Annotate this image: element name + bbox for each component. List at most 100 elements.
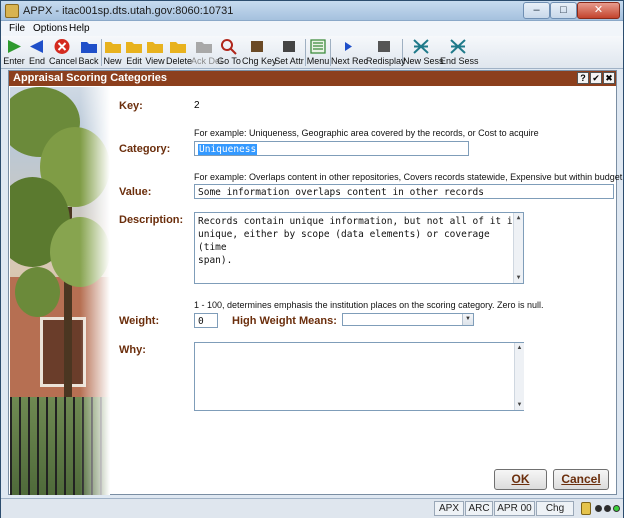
toolbar-button-chg-key[interactable]: Chg Key: [242, 37, 277, 68]
goto-magnifier-icon: [221, 39, 237, 55]
toolbar: Enter End Cancel Back New Edit View Delete Ack D…: [1, 36, 623, 69]
toolbar-button-label: Go To: [217, 56, 241, 66]
toolbar-button-label: Next Rec: [331, 56, 369, 66]
scroll-down-icon[interactable]: ▼: [515, 274, 522, 282]
next-record-icon: [345, 42, 352, 51]
description-textarea[interactable]: Records contain unique information, but …: [194, 212, 524, 284]
why-label: Why:: [119, 344, 146, 356]
delete-folder-icon: [170, 42, 186, 53]
set-attribute-icon: [283, 41, 295, 52]
new-session-icon: [413, 39, 429, 54]
end-session-icon: [450, 39, 466, 54]
toolbar-button-label: Set Attr: [274, 56, 304, 66]
toolbar-button-label: Edit: [126, 56, 142, 66]
menu-options[interactable]: Options: [33, 23, 67, 34]
toolbar-button-label: New: [103, 56, 122, 66]
toolbar-button-set-attr[interactable]: Set Attr: [273, 37, 305, 68]
status-bar: APX ARC APR 00 Chg: [1, 498, 623, 518]
key-value: 2: [194, 100, 200, 111]
maximize-button[interactable]: □: [550, 2, 577, 19]
end-icon: [30, 40, 43, 53]
toolbar-button-label: Enter: [3, 56, 25, 66]
description-line: Records contain unique information, but …: [198, 216, 519, 227]
building-tree-photo: [10, 87, 110, 495]
appx-window: APPX - itac001sp.dts.utah.gov:8060:10731…: [0, 0, 624, 518]
menu-file[interactable]: File: [9, 23, 25, 34]
toolbar-button-label: End: [28, 56, 45, 66]
weight-label: Weight:: [119, 315, 160, 327]
toolbar-button-label: View: [145, 56, 165, 66]
appx-app-icon: [5, 4, 19, 18]
toolbar-button-cancel[interactable]: Cancel: [49, 37, 78, 68]
toolbar-button-new[interactable]: New: [102, 37, 123, 68]
close-x-icon[interactable]: ✖: [603, 72, 615, 84]
status-cell-arc: ARC: [465, 501, 493, 516]
toolbar-button-ack-del: Ack Del: [191, 37, 223, 68]
category-selected-text: Uniqueness: [198, 144, 258, 155]
toolbar-button-new-sess[interactable]: New Sess: [403, 37, 444, 68]
toolbar-button-enter[interactable]: Enter: [3, 37, 25, 68]
close-button[interactable]: ✕: [577, 2, 620, 19]
toolbar-button-next-rec[interactable]: Next Rec: [331, 37, 369, 68]
chevron-down-icon[interactable]: ▼: [462, 314, 473, 325]
status-light-icon: [595, 505, 602, 512]
toolbar-button-label: Back: [78, 56, 99, 66]
high-weight-label: High Weight Means:: [232, 315, 337, 327]
toolbar-button-label: Cancel: [49, 56, 78, 66]
cancel-button[interactable]: Cancel: [553, 469, 609, 490]
lock-icon: [581, 502, 591, 515]
toolbar-button-go-to[interactable]: Go To: [217, 37, 241, 68]
scroll-down-icon[interactable]: ▼: [516, 401, 523, 409]
toolbar-button-label: Ack Del: [191, 56, 223, 66]
status-cell-chg: Chg: [536, 501, 574, 516]
title-bar[interactable]: APPX - itac001sp.dts.utah.gov:8060:10731…: [1, 1, 623, 21]
toolbar-button-label: Menu: [306, 56, 330, 66]
category-hint: For example: Uniqueness, Geographic area…: [194, 128, 539, 138]
cancel-button-label: Cancel: [561, 472, 601, 486]
toolbar-button-edit[interactable]: Edit: [124, 37, 144, 68]
key-label: Key:: [119, 100, 143, 112]
description-label: Description:: [119, 214, 184, 226]
toolbar-button-redisplay[interactable]: Redisplay: [366, 37, 406, 68]
ok-button-label: OK: [511, 472, 530, 486]
toolbar-button-menu[interactable]: Menu: [306, 37, 330, 68]
toolbar-button-delete[interactable]: Delete: [166, 37, 193, 68]
toolbar-button-label: End Sess: [440, 56, 479, 66]
high-weight-select[interactable]: ▼: [342, 313, 474, 326]
ack-delete-icon: [195, 42, 212, 53]
photo-foliage: [15, 267, 60, 317]
edit-folder-icon: [126, 42, 142, 53]
description-scrollbar[interactable]: ▲ ▼: [513, 213, 523, 283]
value-label: Value:: [119, 186, 152, 198]
ok-button[interactable]: OK: [494, 469, 547, 490]
toolbar-button-label: Redisplay: [366, 56, 406, 66]
toolbar-button-label: Chg Key: [242, 56, 277, 66]
toolbar-button-view[interactable]: View: [145, 37, 165, 68]
panel-title: Appraisal Scoring Categories: [13, 72, 168, 84]
scroll-up-icon[interactable]: ▲: [515, 214, 522, 222]
menu-help[interactable]: Help: [69, 23, 90, 34]
toolbar-button-end[interactable]: End: [26, 37, 48, 68]
change-key-icon: [251, 41, 263, 52]
help-icon[interactable]: ?: [577, 72, 589, 84]
checkmark-icon[interactable]: ✔: [590, 72, 602, 84]
category-input[interactable]: Uniqueness: [194, 141, 469, 156]
redisplay-icon: [378, 41, 390, 52]
minimize-button[interactable]: –: [523, 2, 550, 19]
why-scrollbar[interactable]: ▲ ▼: [514, 343, 524, 410]
value-input[interactable]: Some information overlaps content in oth…: [194, 184, 614, 199]
description-line: span).: [198, 255, 233, 266]
view-folder-icon: [147, 42, 163, 53]
category-label: Category:: [119, 143, 171, 155]
toolbar-button-back[interactable]: Back: [76, 37, 101, 68]
weight-hint: 1 - 100, determines emphasis the institu…: [194, 300, 544, 310]
weight-input[interactable]: 0: [194, 313, 218, 328]
photo-fade: [80, 87, 110, 495]
value-hint: For example: Overlaps content in other r…: [194, 172, 623, 182]
status-light-icon: [613, 505, 620, 512]
scroll-up-icon[interactable]: ▲: [516, 344, 523, 352]
toolbar-button-label: Delete: [166, 56, 193, 66]
toolbar-button-end-sess[interactable]: End Sess: [440, 37, 479, 68]
why-textarea[interactable]: [194, 342, 524, 411]
description-line: unique, either by scope (data elements) …: [198, 229, 490, 253]
